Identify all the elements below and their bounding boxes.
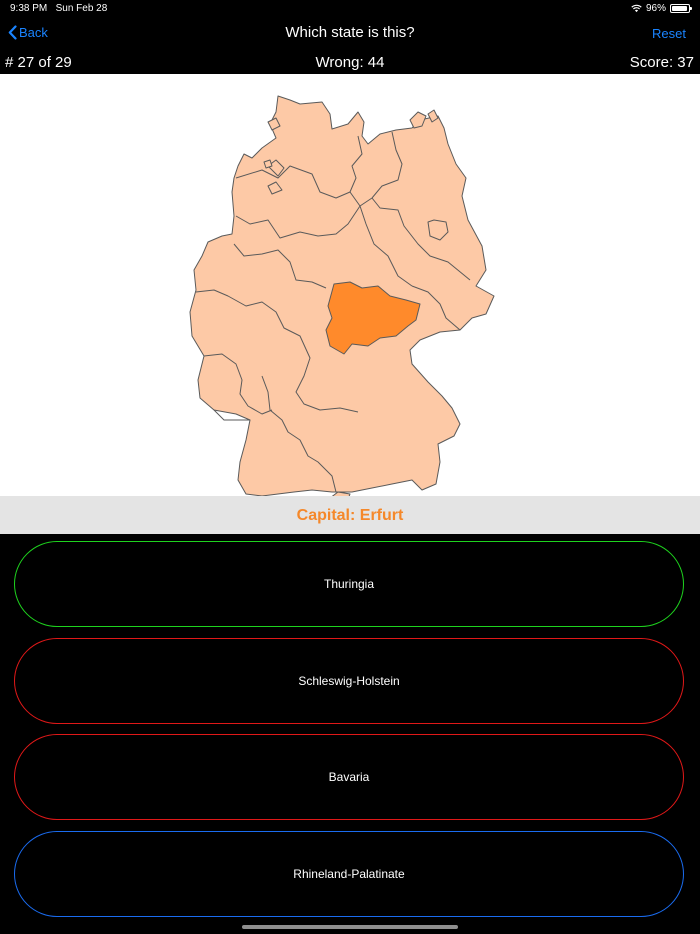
answer-option-2[interactable]: Schleswig-Holstein — [14, 638, 684, 724]
page-title: Which state is this? — [285, 24, 415, 41]
wrong-count: Wrong: 44 — [315, 54, 385, 71]
status-right: 96% — [631, 3, 692, 14]
answer-option-1[interactable]: Thuringia — [14, 541, 684, 627]
navigation-bar: Back Which state is this? Reset — [0, 18, 700, 50]
wifi-icon — [631, 4, 642, 13]
answer-option-label: Rhineland-Palatinate — [293, 867, 405, 881]
answer-option-label: Bavaria — [328, 770, 370, 784]
answer-option-label: Thuringia — [323, 577, 375, 591]
germany-map — [0, 74, 700, 496]
status-time: 9:38 PM Sun Feb 28 — [10, 3, 108, 14]
answer-option-4[interactable]: Rhineland-Palatinate — [14, 831, 684, 917]
capital-hint-bar: Capital: Erfurt — [0, 496, 700, 534]
map-svg — [189, 95, 495, 496]
answer-option-3[interactable]: Bavaria — [14, 734, 684, 820]
answer-option-label: Schleswig-Holstein — [298, 674, 400, 688]
reset-button[interactable]: Reset — [652, 26, 686, 41]
home-indicator[interactable] — [242, 925, 458, 929]
capital-hint: Capital: Erfurt — [296, 507, 404, 524]
battery-icon — [670, 4, 692, 13]
status-bar: 9:38 PM Sun Feb 28 96% — [0, 0, 700, 18]
battery-percent: 96% — [645, 3, 666, 14]
score: Score: 37 — [629, 54, 694, 71]
question-counter: # 27 of 29 — [5, 54, 72, 71]
quiz-info-bar: Wrong: 44 # 27 of 29 Score: 37 — [0, 52, 700, 74]
